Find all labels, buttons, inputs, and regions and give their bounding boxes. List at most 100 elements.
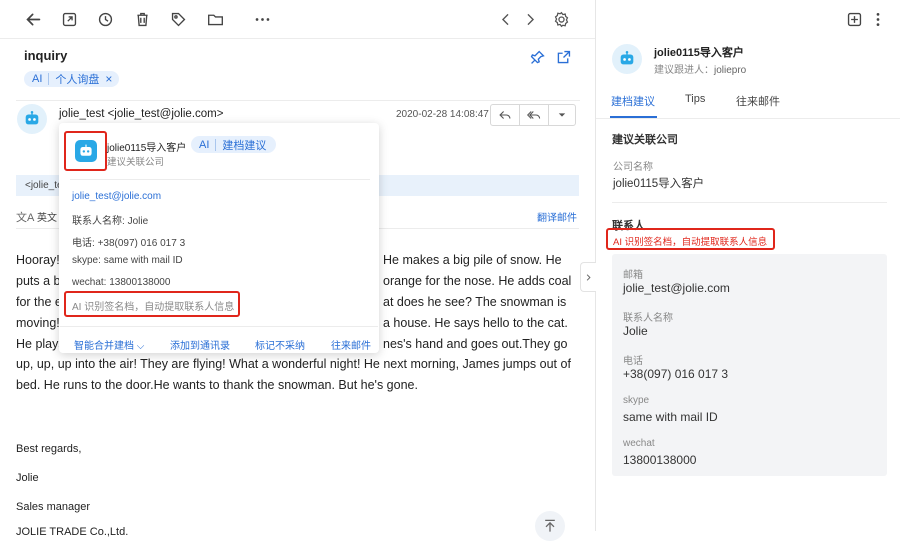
translate-link[interactable]: 翻译邮件 [537,209,577,224]
reply-icon[interactable] [491,105,520,125]
rp-follower-value: joliepro [714,65,747,76]
rp-company-name: jolie0115导入客户 [654,47,744,59]
body-line: He plays [16,337,65,351]
panel-collapse-handle[interactable] [580,262,596,292]
popup-wechat-row: wechat: 13800138000 [72,277,170,288]
email-subject: inquiry [24,48,68,63]
rp-field-value: same with mail ID [623,410,718,424]
ai-suggest-tag: AI 建档建议 [191,136,277,153]
tab-tips[interactable]: Tips [685,93,705,105]
scroll-top-icon[interactable] [535,511,565,541]
back-arrow-icon[interactable] [22,8,44,30]
popup-wechat-value: 13800138000 [109,277,171,288]
section-divider [612,202,887,203]
smart-merge-button[interactable]: 智能合并建档 ⌵ [74,337,144,352]
rp-field-label: 邮箱 [623,270,643,281]
body-line-right: orange for the nose. He adds coal [383,274,572,288]
body-line: bed. He runs to the door.He wants to tha… [16,378,418,392]
external-window-icon[interactable] [58,8,80,30]
tag-label: 个人询盘 [55,74,100,86]
close-icon[interactable]: × [105,72,119,86]
translate-icon: 文A [16,212,35,224]
subject-divider [16,100,580,101]
signature-line: Sales manager [16,501,90,513]
highlight-box [64,291,240,317]
vertical-more-icon[interactable] [871,8,885,30]
popup-wechat-label: wechat: [72,277,107,288]
trash-icon[interactable] [131,8,153,30]
add-contact-button[interactable]: 添加到通讯录 [170,337,230,352]
rp-field-value: jolie_test@jolie.com [623,281,730,295]
rp-field-value: 13800138000 [623,453,697,467]
popup-skype-row: skype: same with mail ID [72,255,183,266]
email-date: 2020-02-28 14:08:47 [396,109,489,120]
popup-actions-divider [60,326,378,327]
sender-avatar [17,104,47,134]
open-external-icon[interactable] [552,46,574,68]
signature-line: Jolie [16,472,39,484]
highlight-box [64,131,107,171]
body-line-right: a house. He says hello to the cat. [383,316,568,330]
body-line-right: at does he see? The snowman is [383,295,567,309]
rp-company-name-label: 公司名称 [613,162,653,173]
highlight-box [606,228,775,250]
folder-icon[interactable] [204,8,226,30]
rp-field-label: 联系人名称 [623,313,673,324]
add-square-icon[interactable] [843,8,865,30]
popup-phone-row: 电话: +38(097) 016 017 3 [72,234,185,249]
history-mail-button[interactable]: 往来邮件 [331,337,371,352]
signature-line: Best regards, [16,443,82,455]
rp-field-label: 电话 [623,356,643,367]
popup-suggest-label: 建档建议 [222,139,267,152]
popup-contact-label: 联系人名称: [72,216,125,227]
language-label[interactable]: 英文 [37,209,57,224]
body-line: puts a b [16,274,61,288]
rp-field-label: wechat [623,438,655,449]
chevron-down-icon[interactable] [549,105,575,125]
chevron-right-icon[interactable] [519,8,541,30]
popup-subtitle: 建议关联公司 [107,157,165,168]
rp-follower-label: 建议跟进人： [654,65,714,76]
body-line: Hooray! [16,253,60,267]
tab-suggestion[interactable]: 建档建议 [611,93,655,109]
tag-icon[interactable] [167,8,189,30]
body-line: moving! [16,316,60,330]
popup-ai-label: AI [191,138,217,151]
rp-company-name-value: jolie0115导入客户 [613,178,705,190]
email-tag[interactable]: AI 个人询盘 × [24,71,120,87]
popup-skype-label: skype: [72,255,101,266]
chevron-down-icon: ⌵ [136,341,145,352]
tag-ai-label: AI [24,73,50,85]
popup-company-name: jolie0115导入客户 [107,143,187,154]
popup-contact-row: 联系人名称: Jolie [72,212,148,227]
rp-field-value: +38(097) 016 017 3 [623,367,729,381]
popup-skype-value: same with mail ID [103,255,183,266]
body-line-right: nes's hand and goes out.They go [383,337,568,351]
chevron-left-icon[interactable] [494,8,516,30]
rp-field-value: Jolie [623,324,648,338]
clock-icon[interactable] [94,8,116,30]
chevron-right-icon [586,273,591,281]
rp-field-label: skype [623,395,650,406]
popup-divider [70,179,370,180]
body-line-right: He makes a big pile of snow. He [383,253,562,267]
company-avatar [612,44,642,74]
tab-history-mail[interactable]: 往来邮件 [736,93,780,109]
sender-address[interactable]: jolie_test <jolie_test@jolie.com> [59,108,223,120]
mark-reject-button[interactable]: 标记不采纳 [255,337,305,352]
signature-line: JOLIE TRADE Co.,Ltd. [16,526,129,538]
gear-icon[interactable] [550,8,572,30]
pin-icon[interactable] [526,46,548,68]
rp-follower: 建议跟进人：joliepro [654,61,746,76]
popup-contact-value: Jolie [127,216,149,227]
tabs-divider [596,118,900,119]
popup-phone-value: +38(097) 016 017 3 [97,238,186,249]
recipient-text: <jolie_te [25,180,63,191]
body-line: for the e [16,295,62,309]
more-icon[interactable] [248,8,276,30]
toolbar-divider [0,38,595,39]
body-line: up, up, up into the air! They are flying… [16,357,571,371]
popup-email[interactable]: jolie_test@jolie.com [72,191,161,202]
rp-section-company: 建议关联公司 [612,134,678,146]
reply-all-icon[interactable] [520,105,549,125]
